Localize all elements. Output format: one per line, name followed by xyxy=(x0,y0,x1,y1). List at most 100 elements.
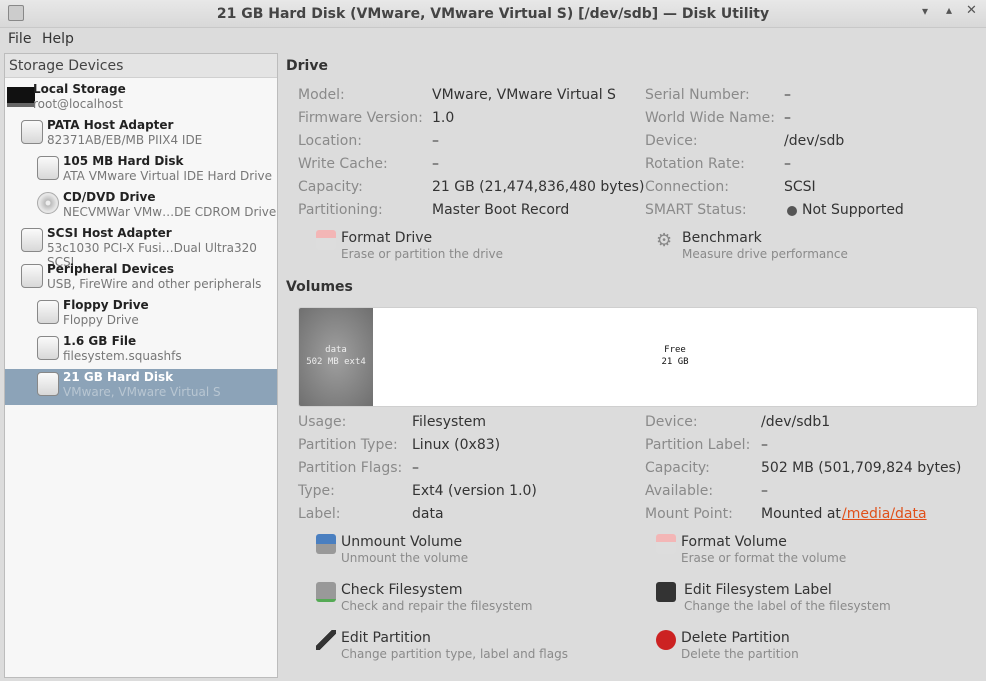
unmount-icon xyxy=(316,534,336,554)
drive-field-value: VMware, VMware Virtual S xyxy=(432,87,616,103)
drive-field-value: – xyxy=(432,156,439,172)
volume-field-value: data xyxy=(412,506,444,522)
adapter-icon xyxy=(21,120,43,144)
volume-field-value: /dev/sdb1 xyxy=(761,414,831,430)
volumes-heading: Volumes xyxy=(286,279,353,295)
volume-segment-free[interactable]: Free 21 GB xyxy=(373,308,977,406)
volume-field-label: Partition Type: xyxy=(298,437,398,453)
sidebar-item-subtitle: Floppy Drive xyxy=(63,313,139,327)
delete-partition-button[interactable]: Delete Partition Delete the partition xyxy=(656,630,956,670)
volume-field-value: 502 MB (501,709,824 bytes) xyxy=(761,460,962,476)
status-dot-icon xyxy=(787,206,797,216)
drive-icon xyxy=(37,300,59,324)
edit-partition-button[interactable]: Edit Partition Change partition type, lab… xyxy=(316,630,616,670)
pencil-icon xyxy=(316,630,336,650)
stethoscope-icon xyxy=(316,582,336,602)
sidebar-item[interactable]: Local Storage root@localhost xyxy=(5,81,277,117)
volume-field-label: Capacity: xyxy=(645,460,710,476)
menu-file[interactable]: File xyxy=(8,31,31,47)
sidebar-item[interactable]: CD/DVD Drive NECVMWar VMw…DE CDROM Drive xyxy=(5,189,277,225)
drive-field-label: Write Cache: xyxy=(298,156,388,172)
check-filesystem-button[interactable]: Check Filesystem Check and repair the fil… xyxy=(316,582,616,622)
drive-field-label: Firmware Version: xyxy=(298,110,423,126)
drive-heading: Drive xyxy=(286,58,328,74)
volume-field-value: Mounted at xyxy=(761,506,841,522)
sidebar-item[interactable]: Peripheral Devices USB, FireWire and othe… xyxy=(5,261,277,297)
gears-icon: ⚙ xyxy=(656,230,673,251)
sidebar-item-title: 21 GB Hard Disk xyxy=(63,370,174,384)
action-subtitle: Change the label of the filesystem xyxy=(684,599,891,613)
sidebar-item-subtitle: root@localhost xyxy=(33,97,123,111)
eraser-icon xyxy=(656,534,676,554)
action-subtitle: Erase or format the volume xyxy=(681,551,847,565)
action-title: Edit Filesystem Label xyxy=(684,582,832,598)
hard-disk-icon xyxy=(37,156,59,180)
menu-help[interactable]: Help xyxy=(42,31,74,47)
volume-field-label: Partition Flags: xyxy=(298,460,403,476)
mount-point-link[interactable]: /media/data xyxy=(842,506,927,522)
monitor-icon xyxy=(7,87,35,107)
drive-field-value: SCSI xyxy=(784,179,816,195)
drive-field-label: Model: xyxy=(298,87,345,103)
volume-segment-data[interactable]: data 502 MB ext4 xyxy=(299,308,373,406)
volume-field-label: Type: xyxy=(298,483,335,499)
text-label-icon xyxy=(656,582,676,602)
sidebar-item-subtitle: filesystem.squashfs xyxy=(63,349,182,363)
window-title: 21 GB Hard Disk (VMware, VMware Virtual … xyxy=(216,6,770,22)
drive-field-label: Rotation Rate: xyxy=(645,156,745,172)
sidebar-item-title: Local Storage xyxy=(33,82,126,96)
format-volume-button[interactable]: Format Volume Erase or format the volume xyxy=(656,534,956,574)
drive-field-value: /dev/sdb xyxy=(784,133,845,149)
drive-field-label: Capacity: xyxy=(298,179,363,195)
menu-bar: File Help xyxy=(0,28,986,51)
sidebar-item-title: SCSI Host Adapter xyxy=(47,226,172,240)
edit-filesystem-label-button[interactable]: Edit Filesystem Label Change the label of… xyxy=(656,582,956,622)
drive-icon xyxy=(37,336,59,360)
sidebar-item[interactable]: 105 MB Hard Disk ATA VMware Virtual IDE H… xyxy=(5,153,277,189)
volume-field-value: Filesystem xyxy=(412,414,487,430)
volume-field-value: – xyxy=(761,483,768,499)
drive-field-value: 21 GB (21,474,836,480 bytes) xyxy=(432,179,645,195)
drive-field-label: SMART Status: xyxy=(645,202,747,218)
sidebar-item-subtitle: ATA VMware Virtual IDE Hard Drive xyxy=(63,169,273,183)
storage-devices-tree[interactable]: Storage Devices Local Storage root@localh… xyxy=(4,53,278,678)
sidebar-item[interactable]: SCSI Host Adapter 53c1030 PCI-X Fusi…Dual… xyxy=(5,225,277,269)
optical-disc-icon xyxy=(37,192,59,214)
volume-field-label: Device: xyxy=(645,414,698,430)
eraser-icon xyxy=(316,230,336,250)
drive-field-value: – xyxy=(784,110,791,126)
sidebar-item-title: 1.6 GB File xyxy=(63,334,137,348)
sidebar-item[interactable]: 21 GB Hard Disk VMware, VMware Virtual S xyxy=(5,369,277,405)
hard-disk-icon xyxy=(37,372,59,396)
volume-field-value: – xyxy=(761,437,768,453)
unmount-volume-button[interactable]: Unmount Volume Unmount the volume xyxy=(316,534,616,574)
sidebar-item[interactable]: 1.6 GB File filesystem.squashfs xyxy=(5,333,277,369)
volume-field-value: Ext4 (version 1.0) xyxy=(412,483,537,499)
volume-field-label: Available: xyxy=(645,483,714,499)
drive-field-label: Connection: xyxy=(645,179,729,195)
title-bar: 21 GB Hard Disk (VMware, VMware Virtual … xyxy=(0,0,986,28)
sidebar-item[interactable]: PATA Host Adapter 82371AB/EB/MB PIIX4 IDE xyxy=(5,117,277,153)
sidebar-item-title: CD/DVD Drive xyxy=(63,190,156,204)
sidebar-item-subtitle: USB, FireWire and other peripherals xyxy=(47,277,262,291)
action-subtitle: Unmount the volume xyxy=(341,551,469,565)
volume-field-label: Usage: xyxy=(298,414,347,430)
sidebar-item[interactable]: Floppy Drive Floppy Drive xyxy=(5,297,277,333)
drive-field-value: – xyxy=(784,156,791,172)
drive-field-value: Not Supported xyxy=(802,202,904,218)
drive-field-label: Serial Number: xyxy=(645,87,750,103)
sidebar-item-title: 105 MB Hard Disk xyxy=(63,154,184,168)
action-subtitle: Check and repair the filesystem xyxy=(341,599,533,613)
close-button[interactable]: ✕ xyxy=(966,3,977,18)
sidebar-header: Storage Devices xyxy=(5,54,277,78)
sidebar-item-subtitle: VMware, VMware Virtual S xyxy=(63,385,221,399)
drive-field-label: World Wide Name: xyxy=(645,110,775,126)
drive-field-label: Device: xyxy=(645,133,698,149)
sidebar-item-title: Floppy Drive xyxy=(63,298,149,312)
sidebar-item-title: Peripheral Devices xyxy=(47,262,174,276)
maximize-button[interactable]: ▴ xyxy=(946,3,952,17)
delete-icon xyxy=(656,630,676,650)
volume-map: data 502 MB ext4 Free 21 GB xyxy=(298,307,978,407)
minimize-button[interactable]: ▾ xyxy=(922,4,928,18)
action-title: Delete Partition xyxy=(681,630,790,646)
